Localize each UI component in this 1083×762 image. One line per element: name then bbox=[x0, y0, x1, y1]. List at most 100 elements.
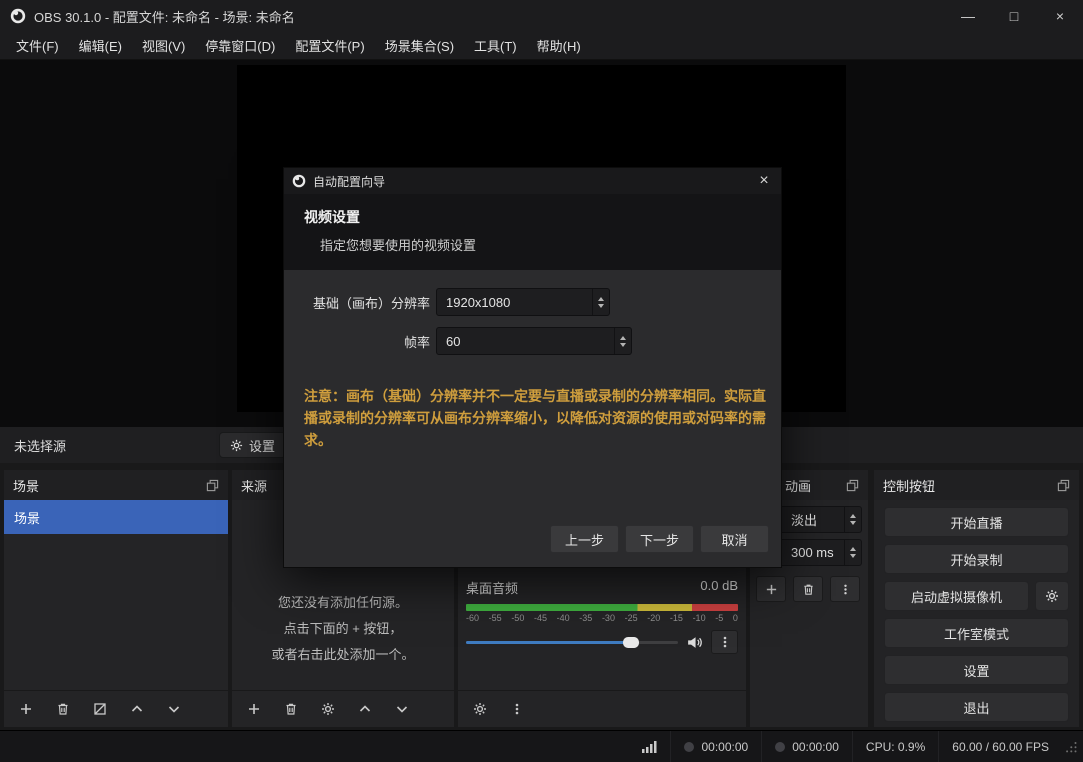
meter-scale-tick: -25 bbox=[624, 613, 638, 623]
transition-menu-button[interactable] bbox=[830, 576, 860, 602]
fps-label: 帧率 bbox=[403, 334, 430, 350]
mixer-menu-button[interactable] bbox=[507, 699, 527, 719]
exit-button[interactable]: 退出 bbox=[884, 692, 1069, 722]
virtual-camera-settings-button[interactable] bbox=[1035, 581, 1069, 611]
dialog-footer: 上一步 下一步 取消 bbox=[284, 525, 781, 567]
streaming-time: 00:00:00 bbox=[792, 739, 839, 754]
scenes-dock-title: 场景 bbox=[13, 478, 40, 494]
mixer-settings-button[interactable] bbox=[470, 699, 490, 719]
meter-scale-tick: -60 bbox=[466, 613, 480, 623]
next-button[interactable]: 下一步 bbox=[625, 525, 694, 553]
studio-mode-button[interactable]: 工作室模式 bbox=[884, 618, 1069, 648]
dock-float-icon[interactable] bbox=[206, 479, 219, 492]
dialog-close-button[interactable]: × bbox=[747, 168, 781, 194]
add-scene-button[interactable] bbox=[16, 699, 36, 719]
stream-indicator-icon bbox=[775, 741, 786, 752]
spinner-up-icon[interactable] bbox=[620, 335, 626, 340]
source-settings-button[interactable]: 设置 bbox=[219, 432, 287, 458]
base-resolution-spinner[interactable] bbox=[592, 289, 609, 315]
transitions-toolbar bbox=[756, 576, 862, 602]
dialog-title: 自动配置向导 bbox=[313, 174, 386, 189]
fps-value: 60 bbox=[446, 333, 461, 349]
obs-logo-icon bbox=[10, 8, 26, 24]
move-scene-down-button[interactable] bbox=[164, 699, 184, 719]
move-scene-up-button[interactable] bbox=[127, 699, 147, 719]
titlebar: OBS 30.1.0 - 配置文件: 未命名 - 场景: 未命名 — □ × bbox=[0, 0, 1083, 32]
dialog-step-header: 视频设置 指定您想要使用的视频设置 bbox=[284, 194, 781, 270]
add-source-button[interactable] bbox=[244, 699, 264, 719]
menu-item-docks[interactable]: 停靠窗口(D) bbox=[195, 32, 285, 59]
start-recording-button[interactable]: 开始录制 bbox=[884, 544, 1069, 574]
meter-scale-tick: -35 bbox=[579, 613, 593, 623]
menu-item-help[interactable]: 帮助(H) bbox=[527, 32, 591, 59]
spinner-up-icon[interactable] bbox=[850, 514, 856, 518]
close-button[interactable]: × bbox=[1037, 0, 1083, 32]
meter-scale-tick: 0 bbox=[732, 613, 738, 623]
spinner-down-icon[interactable] bbox=[598, 303, 604, 308]
menubar: 文件(F) 编辑(E) 视图(V) 停靠窗口(D) 配置文件(P) 场景集合(S… bbox=[0, 32, 1083, 60]
record-indicator-icon bbox=[684, 741, 695, 752]
minimize-button[interactable]: — bbox=[945, 0, 991, 32]
base-resolution-select[interactable]: 1920x1080 bbox=[436, 288, 610, 316]
maximize-button[interactable]: □ bbox=[991, 0, 1037, 32]
spinner-up-icon[interactable] bbox=[598, 296, 604, 301]
step-title: 视频设置 bbox=[304, 209, 360, 225]
sources-toolbar bbox=[232, 690, 454, 727]
sources-empty-line: 或者右击此处添加一个。 bbox=[271, 647, 415, 662]
transition-spinner[interactable] bbox=[844, 507, 861, 532]
mute-button[interactable] bbox=[686, 635, 703, 650]
dialog-titlebar[interactable]: 自动配置向导 × bbox=[284, 168, 781, 194]
source-properties-button[interactable] bbox=[318, 699, 338, 719]
scene-filters-button[interactable] bbox=[90, 699, 110, 719]
step-subtitle: 指定您想要使用的视频设置 bbox=[320, 238, 477, 253]
move-source-up-button[interactable] bbox=[355, 699, 375, 719]
meter-scale-tick: -50 bbox=[511, 613, 525, 623]
resize-grip[interactable] bbox=[1062, 740, 1083, 754]
start-virtual-camera-button[interactable]: 启动虚拟摄像机 bbox=[884, 581, 1029, 611]
mixer-source-menu-button[interactable] bbox=[711, 630, 738, 654]
fps-spinner[interactable] bbox=[614, 328, 631, 354]
back-button[interactable]: 上一步 bbox=[550, 525, 619, 553]
move-source-down-button[interactable] bbox=[392, 699, 412, 719]
menu-item-scene-collection[interactable]: 场景集合(S) bbox=[375, 32, 464, 59]
scenes-dock-header[interactable]: 场景 bbox=[4, 470, 228, 500]
sources-empty-line: 点击下面的 + 按钮， bbox=[283, 621, 403, 636]
spinner-down-icon[interactable] bbox=[620, 342, 626, 347]
meter-scale-tick: -10 bbox=[692, 613, 706, 623]
menu-item-view[interactable]: 视图(V) bbox=[132, 32, 195, 59]
settings-button[interactable]: 设置 bbox=[884, 655, 1069, 685]
obs-logo-icon bbox=[292, 174, 306, 188]
transition-value: 淡出 bbox=[791, 513, 818, 528]
volume-slider[interactable] bbox=[466, 634, 678, 651]
fps-select[interactable]: 60 bbox=[436, 327, 632, 355]
menu-item-edit[interactable]: 编辑(E) bbox=[69, 32, 132, 59]
gear-icon bbox=[230, 439, 243, 452]
spinner-up-icon[interactable] bbox=[850, 547, 856, 551]
meter-scale-tick: -45 bbox=[533, 613, 547, 623]
mixer-toolbar bbox=[458, 690, 746, 727]
duration-spinner[interactable] bbox=[844, 540, 861, 565]
remove-source-button[interactable] bbox=[281, 699, 301, 719]
signal-bars-icon bbox=[641, 740, 657, 754]
dock-float-icon[interactable] bbox=[1057, 479, 1070, 492]
sources-empty-line: 您还没有添加任何源。 bbox=[277, 595, 408, 610]
dock-float-icon[interactable] bbox=[846, 479, 859, 492]
volume-slider-handle[interactable] bbox=[623, 636, 640, 648]
transition-duration-value: 300 ms bbox=[791, 545, 834, 560]
meter-scale-tick: -30 bbox=[601, 613, 615, 623]
start-streaming-button[interactable]: 开始直播 bbox=[884, 507, 1069, 537]
remove-scene-button[interactable] bbox=[53, 699, 73, 719]
menu-item-profile[interactable]: 配置文件(P) bbox=[285, 32, 374, 59]
spinner-down-icon[interactable] bbox=[850, 521, 856, 525]
cancel-button[interactable]: 取消 bbox=[700, 525, 769, 553]
remove-transition-button[interactable] bbox=[793, 576, 823, 602]
base-resolution-value: 1920x1080 bbox=[446, 294, 511, 310]
add-transition-button[interactable] bbox=[756, 576, 786, 602]
spinner-down-icon[interactable] bbox=[850, 554, 856, 558]
menu-item-file[interactable]: 文件(F) bbox=[6, 32, 69, 59]
menu-item-tools[interactable]: 工具(T) bbox=[464, 32, 527, 59]
controls-dock-header[interactable]: 控制按钮 bbox=[874, 470, 1079, 500]
kebab-menu-icon bbox=[718, 635, 732, 649]
obs-window: OBS 30.1.0 - 配置文件: 未命名 - 场景: 未命名 — □ × 文… bbox=[0, 0, 1083, 762]
scene-list-item[interactable]: 场景 bbox=[4, 500, 228, 534]
